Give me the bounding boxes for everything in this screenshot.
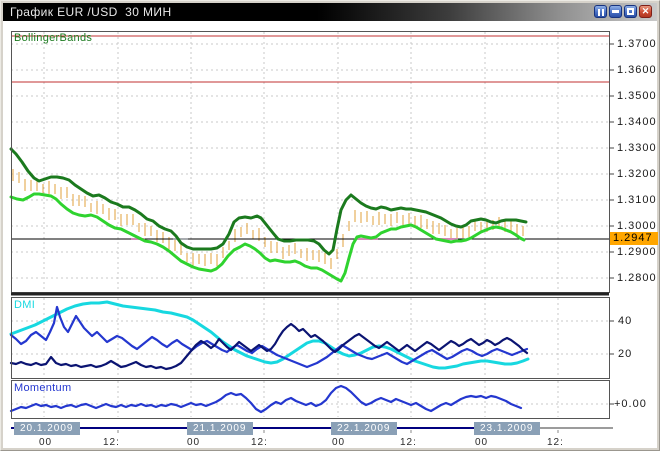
minimize-icon (612, 10, 619, 13)
close-button[interactable]: ✕ (639, 5, 652, 18)
title-bar[interactable]: График EUR /USD 30 МИН ✕ (3, 3, 657, 21)
pause-button[interactable] (594, 5, 607, 18)
pause-icon (597, 3, 605, 21)
minimize-button[interactable] (609, 5, 622, 18)
window-title: График EUR /USD 30 МИН (3, 5, 172, 19)
close-icon: ✕ (642, 7, 650, 16)
chart-window: График EUR /USD 30 МИН ✕ BollingerBands … (0, 0, 660, 451)
maximize-button[interactable] (624, 5, 637, 18)
maximize-icon (627, 8, 634, 15)
chart-content (3, 21, 657, 448)
window-controls: ✕ (594, 5, 652, 18)
